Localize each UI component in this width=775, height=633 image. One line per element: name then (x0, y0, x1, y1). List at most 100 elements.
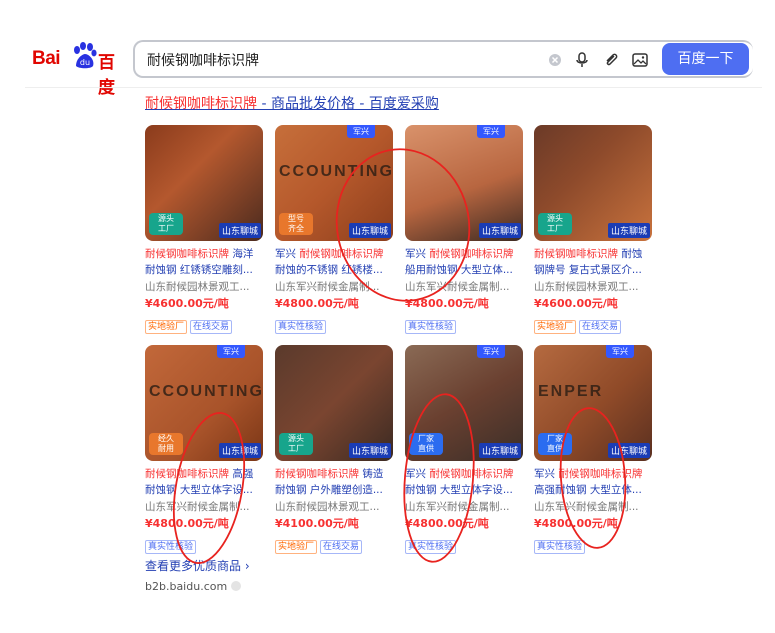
verification-tag[interactable]: 实地验厂 (275, 540, 318, 554)
product-title-prefix: 军兴 (405, 248, 430, 260)
feature-badge: 经久 耐用 (149, 433, 183, 455)
company-name[interactable]: 山东军兴耐候金属制... (405, 499, 523, 515)
product-title-highlight: 耐候钢咖啡标识牌 (299, 248, 384, 260)
company-name[interactable]: 山东军兴耐候金属制... (405, 279, 523, 295)
info-icon[interactable] (231, 581, 242, 591)
product-image[interactable]: ENPER 军兴厂家 直供 山东聊城 (534, 345, 652, 461)
verification-tag[interactable]: 真实性核验 (405, 320, 457, 334)
product-title[interactable]: 耐候钢咖啡标识牌 高强耐蚀钢 大型立体字设... (145, 466, 263, 498)
product-price: ¥4800.00元/吨 (275, 297, 359, 310)
product-title[interactable]: 军兴 耐候钢咖啡标识牌 高强耐蚀钢 大型立体... (534, 466, 652, 498)
product-title-rest: 耐蚀钢 大型立体字设... (405, 484, 513, 496)
brand-tag: 军兴 (347, 125, 375, 138)
product-price: ¥4800.00元/吨 (405, 517, 489, 530)
product-price: ¥4600.00元/吨 (145, 297, 229, 310)
feature-badge: 源头 工厂 (149, 213, 183, 235)
clear-icon[interactable] (546, 51, 564, 69)
company-name[interactable]: 山东军兴耐候金属制... (275, 279, 393, 295)
search-query[interactable]: 耐候钢咖啡标识牌 (147, 50, 259, 70)
product-card[interactable]: CCOUNTING 军兴 经久 耐用 山东聊城 耐候钢咖啡标识牌 高强耐蚀钢 大型立体字设… (145, 345, 263, 554)
brand-tag: 军兴 (217, 345, 245, 358)
company-name[interactable]: 山东军兴耐候金属制... (145, 499, 263, 515)
brand-tag: 军兴 (606, 345, 634, 358)
product-title-prefix: 军兴 (405, 468, 430, 480)
product-title-highlight: 耐候钢咖啡标识牌 (534, 248, 618, 260)
product-title-prefix: 军兴 (534, 468, 559, 480)
sign-lettering: ENPER (538, 383, 604, 400)
verification-tag[interactable]: 真实性核验 (145, 540, 197, 554)
verification-tag[interactable]: 真实性核验 (405, 540, 457, 554)
product-title[interactable]: 军兴 耐候钢咖啡标识牌 耐蚀钢 大型立体字设... (405, 466, 523, 498)
product-image[interactable]: 源头 工厂 山东聊城 (534, 125, 652, 241)
shop-location: 山东聊城 (607, 443, 650, 458)
microphone-icon[interactable] (573, 51, 591, 69)
product-image[interactable]: CCOUNTING 军兴 型号 齐全 山东聊城 (275, 125, 393, 241)
feature-badge-text: 源头 工厂 (158, 214, 174, 233)
search-button[interactable]: 百度一下 (662, 43, 749, 75)
feature-badge-text: 型号 齐全 (288, 214, 304, 233)
feature-badge-text: 厂家 直供 (547, 434, 563, 453)
product-card[interactable]: 源头 工厂 山东聊城耐候钢咖啡标识牌 耐蚀钢牌号 复古式景区介... 山东耐候园林景观… (534, 125, 652, 334)
product-title-highlight: 耐候钢咖啡标识牌 (558, 468, 643, 480)
result-title-rest: - 商品批发价格 - 百度爱采购 (257, 96, 439, 112)
product-title-rest: 耐蚀的不锈钢 红锈楼... (275, 264, 383, 276)
verification-tag[interactable]: 在线交易 (320, 540, 363, 554)
attachment-icon[interactable] (602, 51, 620, 69)
product-title[interactable]: 耐候钢咖啡标识牌 耐蚀钢牌号 复古式景区介... (534, 246, 652, 278)
feature-badge: 型号 齐全 (279, 213, 313, 235)
product-title-highlight: 耐候钢咖啡标识牌 (145, 468, 229, 480)
product-title[interactable]: 耐候钢咖啡标识牌 海洋耐蚀钢 红锈锈空雕刻... (145, 246, 263, 278)
product-tags: 真实性核验 (275, 314, 393, 334)
product-image[interactable]: 军兴 厂家 直供 山东聊城 (405, 345, 523, 461)
baidu-logo[interactable]: Bai du 百度 (32, 42, 120, 98)
product-price: ¥4800.00元/吨 (405, 297, 489, 310)
product-tags: 真实性核验 (145, 534, 263, 554)
more-products-link[interactable]: 查看更多优质商品 › (145, 557, 250, 574)
sign-lettering: CCOUNTING (279, 163, 393, 180)
search-input[interactable]: 耐候钢咖啡标识牌 (133, 40, 753, 78)
product-card[interactable]: 源头 工厂 山东聊城耐候钢咖啡标识牌 海洋耐蚀钢 红锈锈空雕刻... 山东耐候园林景观… (145, 125, 263, 334)
feature-badge-text: 源头 工厂 (547, 214, 563, 233)
product-price: ¥4800.00元/吨 (534, 517, 618, 530)
feature-badge: 源头 工厂 (538, 213, 572, 235)
product-title[interactable]: 军兴 耐候钢咖啡标识牌 耐蚀的不锈钢 红锈楼... (275, 246, 393, 278)
product-title[interactable]: 军兴 耐候钢咖啡标识牌 船用耐蚀钢 大型立体... (405, 246, 523, 278)
shop-location: 山东聊城 (348, 443, 391, 458)
product-title-prefix: 军兴 (275, 248, 300, 260)
image-search-icon[interactable] (631, 51, 649, 69)
company-name[interactable]: 山东耐候园林景观工... (534, 279, 652, 295)
product-card[interactable]: 军兴 山东聊城军兴 耐候钢咖啡标识牌 船用耐蚀钢 大型立体... 山东军兴耐候金属制… (405, 125, 523, 334)
product-tags: 真实性核验 (405, 534, 523, 554)
verification-tag[interactable]: 在线交易 (190, 320, 233, 334)
product-title[interactable]: 耐候钢咖啡标识牌 铸造耐蚀钢 户外雕塑创造... (275, 466, 393, 498)
product-price: ¥4100.00元/吨 (275, 517, 359, 530)
shop-location: 山东聊城 (218, 443, 261, 458)
company-name[interactable]: 山东耐候园林景观工... (275, 499, 393, 515)
company-name[interactable]: 山东军兴耐候金属制... (534, 499, 652, 515)
product-image[interactable]: 源头 工厂 山东聊城 (145, 125, 263, 241)
verification-tag[interactable]: 实地验厂 (534, 320, 577, 334)
paw-icon: du (74, 42, 97, 69)
svg-text:du: du (80, 58, 90, 67)
product-card[interactable]: CCOUNTING 军兴 型号 齐全 山东聊城 军兴 耐候钢咖啡标识牌 耐蚀的不锈钢 红锈… (275, 125, 393, 334)
feature-badge-text: 经久 耐用 (158, 434, 174, 453)
product-card[interactable]: ENPER 军兴 厂家 直供 山东聊城 军兴 耐候钢咖啡标识牌 高强耐蚀钢 大型立体...… (534, 345, 652, 554)
shop-location: 山东聊城 (218, 223, 261, 238)
logo-du-text: 百度 (98, 53, 115, 98)
verification-tag[interactable]: 在线交易 (579, 320, 622, 334)
product-image[interactable]: 源头 工厂 山东聊城 (275, 345, 393, 461)
product-image[interactable]: 军兴 山东聊城 (405, 125, 523, 241)
feature-badge-text: 厂家 直供 (418, 434, 434, 453)
product-card[interactable]: 源头 工厂 山东聊城耐候钢咖啡标识牌 铸造耐蚀钢 户外雕塑创造... 山东耐候园林景观… (275, 345, 393, 554)
product-tags: 实地验厂 在线交易 (534, 314, 652, 334)
shop-location: 山东聊城 (607, 223, 650, 238)
verification-tag[interactable]: 实地验厂 (145, 320, 188, 334)
source-domain-text: b2b.baidu.com (145, 580, 228, 593)
result-title-link[interactable]: 耐候钢咖啡标识牌 - 商品批发价格 - 百度爱采购 (145, 93, 439, 113)
product-image[interactable]: CCOUNTING 军兴 经久 耐用 山东聊城 (145, 345, 263, 461)
company-name[interactable]: 山东耐候园林景观工... (145, 279, 263, 295)
verification-tag[interactable]: 真实性核验 (275, 320, 327, 334)
product-title-highlight: 耐候钢咖啡标识牌 (429, 468, 514, 480)
verification-tag[interactable]: 真实性核验 (534, 540, 586, 554)
product-card[interactable]: 军兴 厂家 直供 山东聊城 军兴 耐候钢咖啡标识牌 耐蚀钢 大型立体字设... 山东军兴耐… (405, 345, 523, 554)
